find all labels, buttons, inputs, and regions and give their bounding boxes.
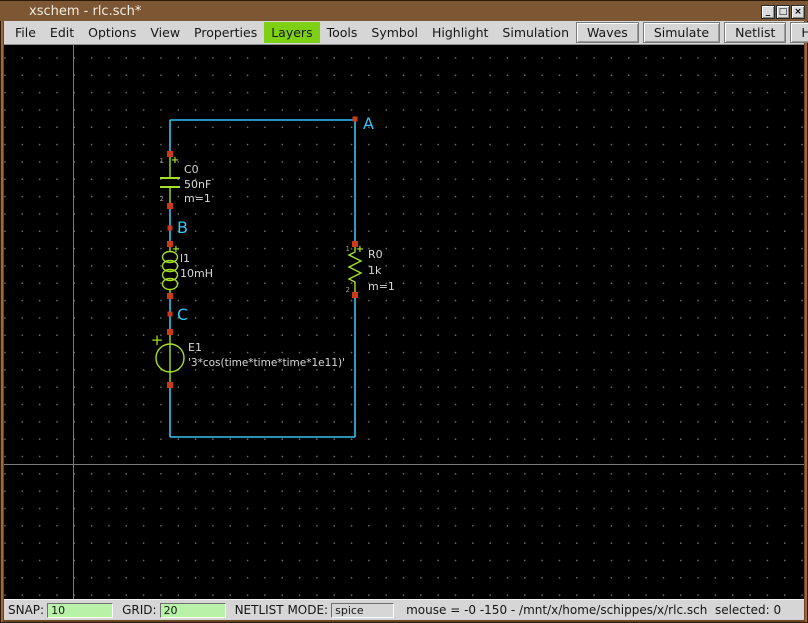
node-c-marker bbox=[167, 311, 173, 317]
menu-view[interactable]: View bbox=[143, 22, 187, 43]
node-c-text: C bbox=[177, 305, 188, 324]
netlist-button[interactable]: Netlist bbox=[724, 22, 787, 43]
help-button[interactable]: Help bbox=[790, 22, 808, 43]
status-bar: SNAP: GRID: NETLIST MODE: mouse = -0 -15… bbox=[4, 599, 804, 620]
source-terminal-1 bbox=[167, 329, 173, 335]
component-source-e1[interactable]: + E1 '3*cos(time*time*time*1e11)' bbox=[151, 329, 345, 388]
resistor-pin2-number: 2 bbox=[346, 286, 350, 294]
close-button[interactable]: × bbox=[791, 5, 805, 19]
capacitor-pin1-number: 1 bbox=[160, 157, 164, 165]
window-body: File Edit Options View Properties Layers… bbox=[4, 21, 808, 620]
component-capacitor-c0[interactable]: 1 2 + C0 50nF m=1 bbox=[160, 151, 212, 209]
inductor-terminal-2 bbox=[167, 293, 173, 299]
node-a-text: A bbox=[363, 114, 374, 133]
source-ref-label: E1 bbox=[188, 341, 202, 354]
inductor-ref-label: l1 bbox=[180, 252, 190, 265]
grid-input[interactable] bbox=[159, 602, 226, 618]
netlist-mode-label: NETLIST MODE: bbox=[234, 603, 329, 617]
minimize-button[interactable]: _ bbox=[761, 5, 775, 19]
menu-simulation[interactable]: Simulation bbox=[495, 22, 576, 43]
resistor-pin1-number: 1 bbox=[346, 245, 350, 253]
window-border-left bbox=[1, 20, 3, 622]
maximize-button[interactable]: □ bbox=[776, 5, 790, 19]
source-terminal-2 bbox=[167, 382, 173, 388]
menu-edit[interactable]: Edit bbox=[43, 22, 81, 43]
snap-input[interactable] bbox=[47, 602, 114, 618]
title-bar[interactable]: xschem - rlc.sch* _ □ × bbox=[0, 0, 808, 21]
grid-label: GRID: bbox=[122, 603, 157, 617]
menu-buttons: Waves Simulate Netlist Help bbox=[576, 22, 808, 43]
inductor-value-label: 10mH bbox=[180, 267, 213, 280]
component-inductor-l1[interactable]: + l1 10mH bbox=[161, 241, 213, 299]
close-icon: × bbox=[794, 6, 802, 17]
menu-tools[interactable]: Tools bbox=[320, 22, 365, 43]
resistor-plus-sign: + bbox=[356, 244, 364, 255]
window-controls: _ □ × bbox=[761, 5, 805, 19]
resistor-terminal-2 bbox=[352, 292, 358, 298]
maximize-icon: □ bbox=[778, 6, 788, 17]
schematic-canvas[interactable]: 1 2 + C0 50nF m=1 + l1 10mH + E1 '3*cos(… bbox=[4, 45, 804, 599]
node-b-marker bbox=[167, 225, 173, 231]
simulate-button[interactable]: Simulate bbox=[642, 22, 721, 43]
menu-highlight[interactable]: Highlight bbox=[425, 22, 495, 43]
capacitor-value-label: 50nF bbox=[184, 178, 211, 191]
menu-layers[interactable]: Layers bbox=[264, 22, 320, 43]
waves-button[interactable]: Waves bbox=[576, 22, 639, 43]
menu-file[interactable]: File bbox=[8, 22, 43, 43]
node-b-text: B bbox=[177, 218, 188, 237]
window-title: xschem - rlc.sch* bbox=[29, 3, 142, 19]
menu-symbol[interactable]: Symbol bbox=[364, 22, 425, 43]
menu-options[interactable]: Options bbox=[81, 22, 143, 43]
window-border-right bbox=[805, 20, 807, 622]
capacitor-ref-label: C0 bbox=[184, 163, 199, 176]
minimize-icon: _ bbox=[765, 6, 771, 17]
resistor-ref-label: R0 bbox=[368, 248, 383, 261]
menu-items: File Edit Options View Properties Layers… bbox=[4, 22, 576, 43]
schematic-drawing: 1 2 + C0 50nF m=1 + l1 10mH + E1 '3*cos(… bbox=[151, 114, 395, 438]
menu-properties[interactable]: Properties bbox=[187, 22, 264, 43]
capacitor-terminal-2 bbox=[167, 203, 173, 209]
source-plus-sign: + bbox=[151, 331, 164, 349]
xschem-window: xschem - rlc.sch* _ □ × File Edit Option… bbox=[0, 0, 808, 623]
inductor-plus-sign: + bbox=[172, 244, 180, 255]
component-resistor-r0[interactable]: 1 2 + R0 1k m=1 bbox=[346, 241, 395, 298]
netlist-mode-input[interactable] bbox=[331, 602, 395, 618]
resistor-mult-label: m=1 bbox=[368, 280, 395, 293]
menu-bar: File Edit Options View Properties Layers… bbox=[4, 21, 808, 45]
capacitor-pin2-number: 2 bbox=[160, 195, 164, 203]
resistor-value-label: 1k bbox=[368, 264, 382, 277]
source-value-label: '3*cos(time*time*time*1e11)' bbox=[188, 357, 345, 369]
capacitor-mult-label: m=1 bbox=[184, 192, 211, 205]
mouse-info: mouse = -0 -150 - /mnt/x/home/schippes/x… bbox=[406, 603, 782, 617]
snap-label: SNAP: bbox=[8, 603, 45, 617]
capacitor-plus-sign: + bbox=[171, 155, 179, 166]
node-a-marker bbox=[352, 116, 358, 122]
